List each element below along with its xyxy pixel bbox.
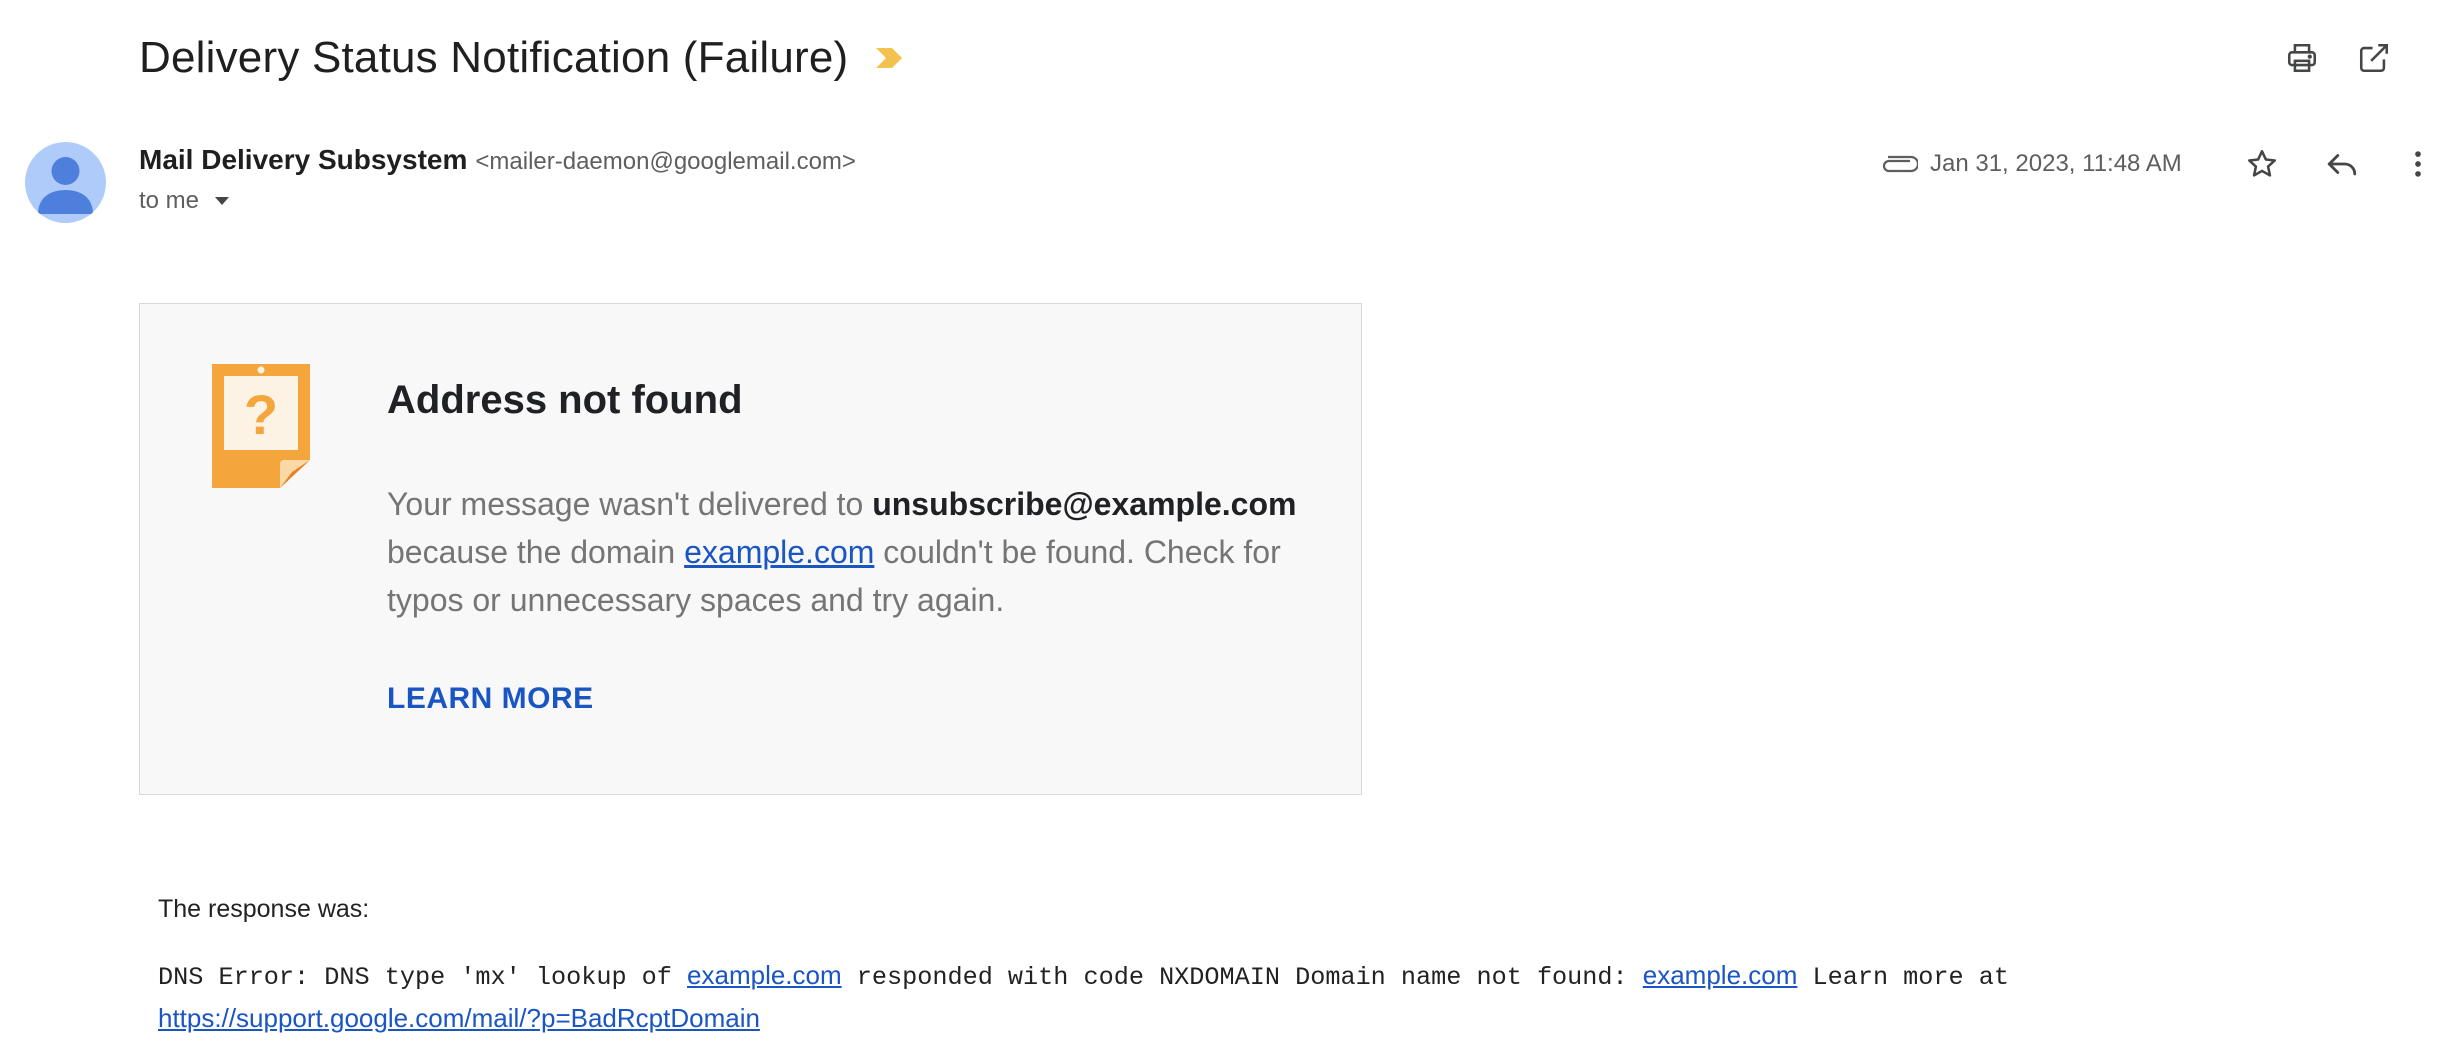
- dns-error-details: DNS Error: DNS type 'mx' lookup of examp…: [158, 955, 2398, 1041]
- sender-line: Mail Delivery Subsystem <mailer-daemon@g…: [139, 144, 856, 176]
- recipient-label: to me: [139, 187, 200, 214]
- thread-actions: [2280, 38, 2440, 78]
- learn-more-link[interactable]: LEARN MORE: [387, 682, 594, 716]
- message-meta: Jan 31, 2023, 11:48 AM: [1880, 142, 2440, 186]
- reply-icon[interactable]: [2322, 144, 2362, 184]
- error-card: ? Address not found Your message wasn't …: [139, 303, 1362, 795]
- sender-avatar[interactable]: [25, 142, 106, 223]
- error-text-1: Your message wasn't delivered to: [387, 486, 873, 522]
- dns-domain-link-1[interactable]: example.com: [687, 960, 842, 990]
- dns-text-1: DNS Error: DNS type 'mx' lookup of: [158, 963, 688, 992]
- message-date: Jan 31, 2023, 11:48 AM: [1930, 150, 2182, 177]
- error-title: Address not found: [387, 378, 743, 422]
- domain-link[interactable]: example.com: [684, 534, 874, 570]
- chevron-down-icon[interactable]: [213, 195, 231, 207]
- dns-text-3: Learn more at: [1797, 963, 2009, 992]
- failed-recipient-address: unsubscribe@example.com: [872, 486, 1297, 522]
- print-icon[interactable]: [2282, 38, 2322, 78]
- recipient-details-toggle[interactable]: to me: [139, 187, 231, 215]
- importance-marker-icon[interactable]: [874, 43, 904, 73]
- dns-domain-link-2[interactable]: example.com: [1643, 960, 1798, 990]
- open-in-new-window-icon[interactable]: [2354, 38, 2394, 78]
- more-vert-icon[interactable]: [2398, 144, 2438, 184]
- support-link[interactable]: https://support.google.com/mail/?p=BadRc…: [158, 1003, 760, 1033]
- question-note-icon: ?: [212, 362, 312, 490]
- error-text-2: because the domain: [387, 534, 685, 570]
- svg-text:?: ?: [244, 383, 278, 446]
- star-icon[interactable]: [2242, 144, 2282, 184]
- response-label: The response was:: [158, 895, 370, 923]
- email-subject: Delivery Status Notification (Failure): [139, 33, 849, 82]
- subject-row: Delivery Status Notification (Failure): [139, 28, 904, 88]
- dns-text-2: responded with code NXDOMAIN Domain name…: [841, 963, 1643, 992]
- error-description: Your message wasn't delivered to unsubsc…: [387, 480, 1307, 624]
- sender-email: <mailer-daemon@googlemail.com>: [475, 148, 856, 175]
- sender-name[interactable]: Mail Delivery Subsystem: [139, 144, 467, 176]
- attachment-icon: [1880, 148, 1920, 180]
